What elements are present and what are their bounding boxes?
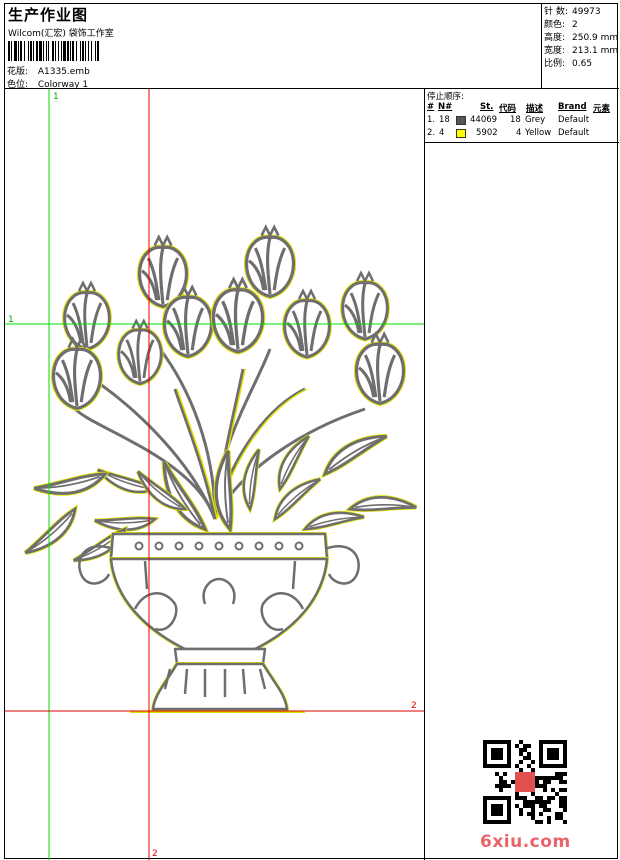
col-code: 代码 bbox=[499, 104, 517, 114]
vase-dot bbox=[134, 541, 144, 551]
company-name: Wilcom(汇宏) 袋饰工作室 bbox=[8, 29, 114, 39]
qr-code bbox=[483, 740, 567, 824]
guide-label-v1: 1 bbox=[53, 92, 59, 102]
col-element: 元素 bbox=[593, 104, 611, 114]
barcode bbox=[8, 41, 132, 61]
vase-dot bbox=[294, 541, 304, 551]
panel-divider bbox=[424, 143, 425, 860]
vase-dot bbox=[234, 541, 244, 551]
vase-dot bbox=[194, 541, 204, 551]
col-needle: N# bbox=[438, 102, 453, 112]
vase-dot bbox=[154, 541, 164, 551]
pattern-row: 花版: A1335.emb bbox=[7, 64, 90, 77]
vase-dot bbox=[254, 541, 264, 551]
stop-sequence-title: 停止顺序: bbox=[427, 92, 464, 102]
vase-dots bbox=[134, 541, 304, 551]
color-swatch-grey bbox=[456, 116, 466, 125]
stat-width: 宽度: 213.1 mm bbox=[544, 46, 619, 56]
page-title: 生产作业图 bbox=[8, 6, 89, 24]
watermark: 6xiu.com bbox=[480, 832, 571, 852]
stop-row: 2. 4 5902 4 Yellow Default bbox=[427, 128, 590, 138]
stop-row: 1. 18 44069 18 Grey Default bbox=[427, 115, 590, 125]
stop-sequence-header: # N# St. 代码 描述 Brand 元素 bbox=[425, 102, 620, 114]
vase-dot bbox=[174, 541, 184, 551]
stat-scale: 比例: 0.65 bbox=[544, 59, 593, 69]
vase-dot bbox=[214, 541, 224, 551]
guide-label-h1: 1 bbox=[8, 315, 14, 325]
guide-label-v2: 2 bbox=[152, 849, 158, 859]
col-brand: Brand bbox=[558, 102, 587, 112]
pattern-value: A1335.emb bbox=[37, 67, 90, 77]
embroidery-design-canvas: 1 1 2 2 bbox=[5, 89, 424, 860]
stat-colors: 颜色: 2 bbox=[544, 20, 578, 30]
color-swatch-yellow bbox=[456, 129, 466, 138]
production-sheet: 生产作业图 Wilcom(汇宏) 袋饰工作室 花版: A1335.emb 色位:… bbox=[4, 3, 619, 860]
col-stitches: St. bbox=[480, 102, 494, 112]
header-panel: 生产作业图 Wilcom(汇宏) 袋饰工作室 花版: A1335.emb 色位:… bbox=[5, 4, 542, 90]
stat-stitches: 针 数: 49973 bbox=[544, 7, 601, 17]
col-desc: 描述 bbox=[526, 104, 544, 114]
stop-sequence-panel: 停止顺序: # N# St. 代码 描述 Brand 元素 1. 18 4406… bbox=[424, 89, 619, 143]
guide-label-h2: 2 bbox=[411, 701, 417, 711]
stat-height: 高度: 250.9 mm bbox=[544, 33, 619, 43]
col-index: # bbox=[427, 102, 435, 112]
pattern-label: 花版: bbox=[7, 67, 29, 77]
stats-panel: 针 数: 49973 颜色: 2 高度: 250.9 mm 宽度: 213.1 mm 比… bbox=[542, 4, 619, 89]
vase-dot bbox=[274, 541, 284, 551]
